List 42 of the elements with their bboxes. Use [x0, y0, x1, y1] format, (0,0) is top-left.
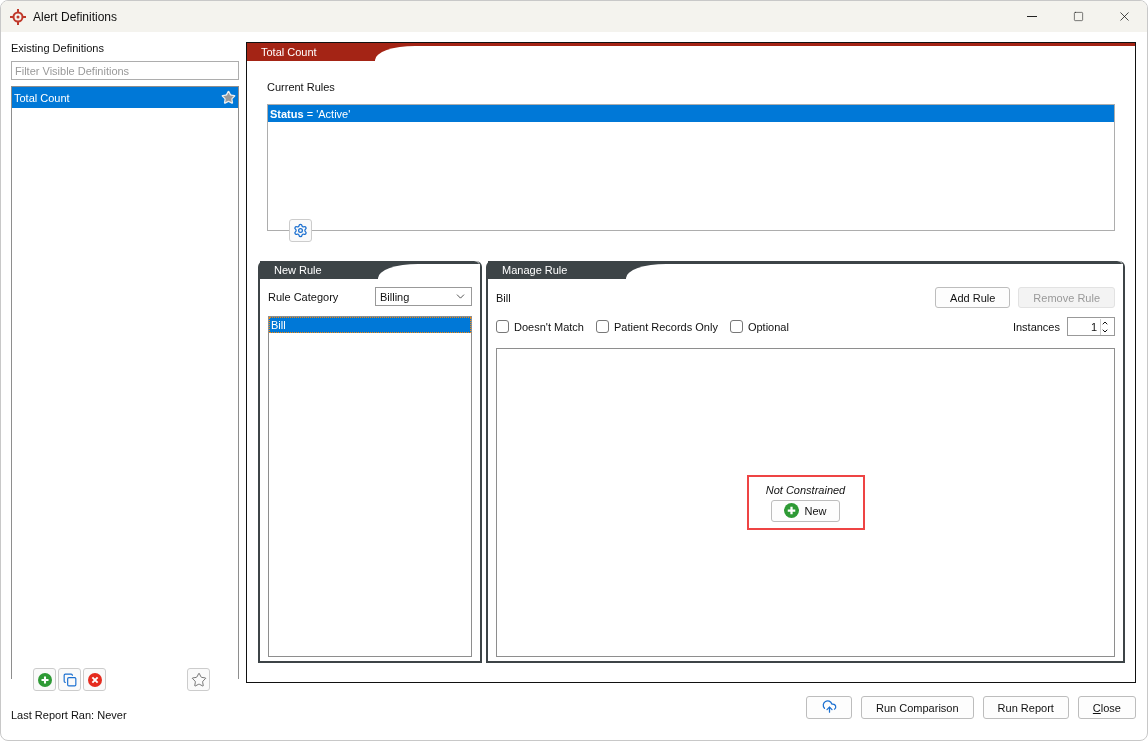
- add-rule-button[interactable]: Add Rule: [935, 287, 1011, 308]
- window-title: Alert Definitions: [33, 9, 119, 24]
- section-label: Existing Definitions: [11, 42, 105, 54]
- category-dropdown[interactable]: Billing: [375, 287, 472, 306]
- section-label: Current Rules: [267, 81, 336, 93]
- category-item[interactable]: Bill: [269, 317, 471, 333]
- star-outline-icon: [190, 671, 207, 688]
- upload-button[interactable]: [806, 696, 853, 719]
- checkbox[interactable]: [496, 320, 509, 333]
- plus-icon: [37, 672, 52, 687]
- maximize-icon: [1072, 11, 1084, 22]
- target-logo-icon: [10, 8, 26, 25]
- checkbox-label: Patient Records Only: [613, 320, 718, 333]
- minimize-icon: [1027, 16, 1037, 17]
- add-button[interactable]: [33, 668, 56, 691]
- gear-icon: [293, 223, 308, 238]
- field-label: Rule Category: [268, 290, 339, 303]
- close-button[interactable]: Close: [1077, 696, 1136, 719]
- copy-icon: [62, 672, 77, 687]
- last-report-text: Last Report Ran: Never: [11, 709, 128, 721]
- rule-name: Bill: [496, 291, 511, 304]
- action-button[interactable]: Run Report: [982, 696, 1069, 719]
- field-label: Instances: [1012, 320, 1060, 333]
- definition-item[interactable]: Total Count: [12, 87, 238, 108]
- settings-button[interactable]: [289, 219, 312, 242]
- instances-spinner[interactable]: 1: [1067, 317, 1115, 336]
- rule-item[interactable]: Status = 'Active': [268, 105, 1114, 122]
- checkbox-label: Optional: [747, 320, 789, 333]
- new-button[interactable]: New: [771, 499, 840, 522]
- star-icon: [221, 90, 236, 105]
- checkbox-label: Doesn't Match: [514, 320, 584, 333]
- favorite-button[interactable]: [187, 668, 210, 691]
- copy-button[interactable]: [58, 668, 81, 691]
- action-button[interactable]: Run Comparison: [861, 696, 974, 719]
- constraint-text: Not Constrained: [765, 483, 846, 496]
- plus-icon: [784, 503, 800, 518]
- checkbox[interactable]: [729, 320, 743, 333]
- cloud-upload-icon: [821, 699, 837, 714]
- x-circle-icon: [87, 672, 102, 687]
- delete-button[interactable]: [83, 668, 106, 691]
- filter-field[interactable]: Filter Visible Definitions: [11, 61, 239, 80]
- checkbox[interactable]: [595, 320, 609, 333]
